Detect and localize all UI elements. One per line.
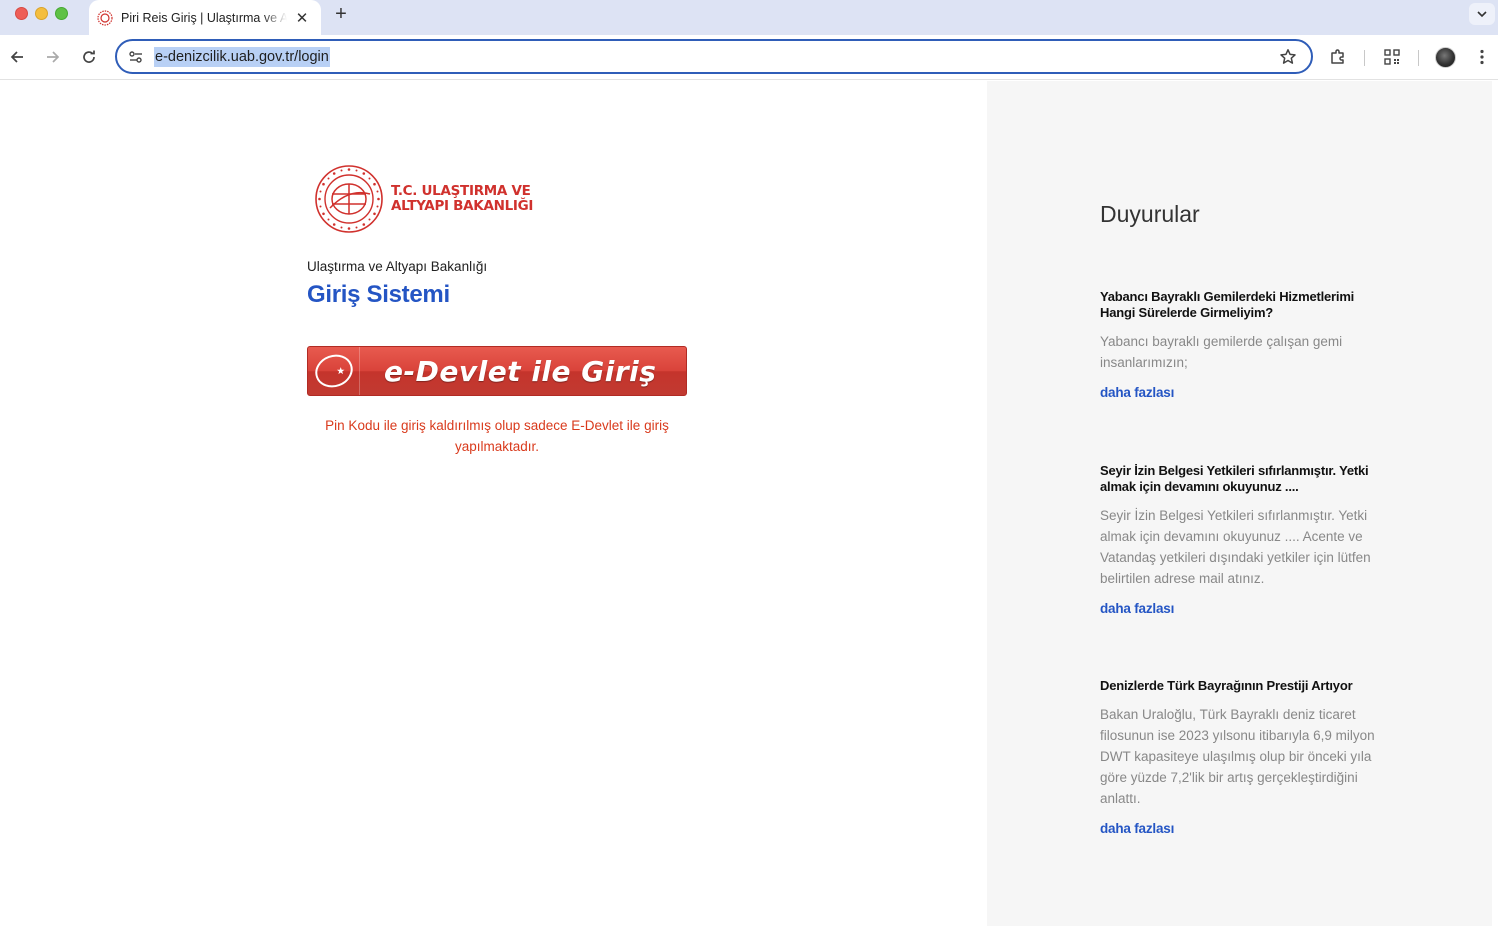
toolbar-divider	[1364, 50, 1365, 66]
announcement-headline: Yabancı Bayraklı Gemilerdeki Hizmetlerim…	[1100, 289, 1355, 320]
arrow-right-icon	[47, 51, 60, 63]
announcements-title: Duyurular	[1100, 201, 1200, 227]
browser-menu-button[interactable]	[1471, 46, 1493, 68]
announcement-more-link[interactable]: daha fazlası	[1100, 601, 1380, 616]
window-minimize-button[interactable]	[35, 7, 48, 20]
kebab-menu-icon	[1480, 49, 1484, 65]
window-zoom-button[interactable]	[55, 7, 68, 20]
announcement-item: Yabancı Bayraklı Gemilerdeki Hizmetlerim…	[1100, 289, 1380, 400]
new-tab-button[interactable]: +	[330, 3, 352, 25]
toolbar-divider	[1418, 50, 1419, 66]
forward-button[interactable]	[41, 45, 65, 69]
logo-text-line1: T.C. ULAŞTIRMA VE	[391, 182, 531, 199]
ministry-logo: T.C. ULAŞTIRMA VE ALTYAPI BAKANLIĞI	[314, 164, 533, 234]
puzzle-icon	[1331, 49, 1344, 64]
arrow-left-icon	[10, 51, 23, 63]
ministry-favicon-icon	[97, 9, 113, 26]
extensions-button[interactable]	[1327, 46, 1349, 68]
browser-toolbar: e-denizcilik.uab.gov.tr/login	[0, 35, 1498, 80]
reload-icon	[83, 50, 95, 63]
announcement-headline: Seyir İzin Belgesi Yetkileri sıfırlanmış…	[1100, 463, 1369, 494]
site-settings-icon[interactable]	[127, 48, 145, 66]
logo-text-line2: ALTYAPI BAKANLIĞI	[391, 198, 534, 214]
page-title: Giriş Sistemi	[307, 281, 450, 308]
qr-code-icon	[1384, 49, 1400, 65]
announcement-item: Denizlerde Türk Bayrağının Prestiji Artı…	[1100, 678, 1380, 836]
tab-title: Piri Reis Giriş | Ulaştırma ve Altyapı B…	[121, 10, 287, 25]
chevron-down-icon	[1477, 11, 1487, 18]
announcement-more-link[interactable]: daha fazlası	[1100, 385, 1380, 400]
bookmark-star-icon[interactable]	[1279, 48, 1297, 66]
profile-avatar[interactable]	[1435, 47, 1456, 68]
url-text[interactable]: e-denizcilik.uab.gov.tr/login	[154, 46, 330, 67]
browser-tab-bar: Piri Reis Giriş | Ulaştırma ve Altyapı B…	[0, 0, 1498, 35]
reload-button[interactable]	[77, 45, 101, 69]
announcement-body: Seyir İzin Belgesi Yetkileri sıfırlanmış…	[1100, 508, 1371, 586]
announcement-body: Yabancı bayraklı gemilerde çalışan gemi …	[1100, 334, 1343, 370]
ministry-logo-text: T.C. ULAŞTIRMA VE ALTYAPI BAKANLIĞI	[391, 182, 534, 215]
edevlet-login-button[interactable]: e-Devlet ile Giriş	[307, 346, 687, 396]
announcement-item: Seyir İzin Belgesi Yetkileri sıfırlanmış…	[1100, 463, 1380, 616]
tab-search-button[interactable]	[1469, 3, 1495, 25]
ministry-subtitle: Ulaştırma ve Altyapı Bakanlığı	[307, 259, 488, 274]
edevlet-logo-icon	[308, 347, 360, 395]
browser-tab-active[interactable]: Piri Reis Giriş | Ulaştırma ve Altyapı B…	[89, 0, 321, 35]
window-close-button[interactable]	[15, 7, 28, 20]
login-notice: Pin Kodu ile giriş kaldırılmış olup sade…	[325, 418, 669, 454]
page-content: T.C. ULAŞTIRMA VE ALTYAPI BAKANLIĞI Ulaş…	[0, 81, 1498, 926]
edevlet-button-label: e-Devlet ile Giriş	[384, 354, 657, 388]
address-bar[interactable]: e-denizcilik.uab.gov.tr/login	[115, 39, 1313, 74]
announcement-more-link[interactable]: daha fazlası	[1100, 821, 1380, 836]
back-button[interactable]	[5, 45, 29, 69]
tab-close-icon[interactable]: ✕	[293, 9, 311, 27]
announcement-body: Bakan Uraloğlu, Türk Bayraklı deniz tica…	[1100, 707, 1375, 806]
announcement-headline: Denizlerde Türk Bayrağının Prestiji Artı…	[1100, 678, 1353, 693]
ministry-emblem-icon	[315, 165, 383, 233]
qr-code-button[interactable]	[1381, 46, 1403, 68]
